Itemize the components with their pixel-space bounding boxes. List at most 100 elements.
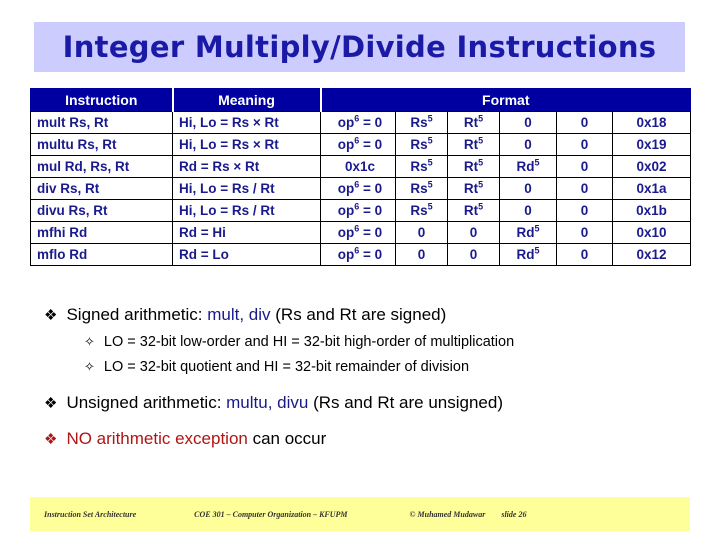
cell-format-rd: Rd5 (499, 221, 557, 244)
table-row: divu Rs, Rt Hi, Lo = Rs / Rt op6 = 0 Rs5 Rt5… (30, 199, 692, 222)
cell-meaning: Hi, Lo = Rs × Rt (172, 111, 321, 134)
column-header-format: Format (319, 88, 692, 112)
subbullet-lo-hi-division: ✧ LO = 32-bit quotient and HI = 32-bit r… (84, 359, 694, 375)
bullet-signed-arithmetic: ❖ Signed arithmetic: mult, div (Rs and R… (44, 305, 694, 325)
cell-meaning: Hi, Lo = Rs × Rt (172, 133, 321, 156)
bullet-no-exception-text: NO arithmetic exception can occur (66, 429, 326, 449)
bullet-unsigned-prefix: Unsigned arithmetic: (66, 393, 227, 412)
cell-format-funct: 0x19 (611, 133, 692, 156)
cell-meaning: Rd = Rs × Rt (172, 155, 321, 178)
cell-format-rt: 0 (447, 221, 500, 244)
cell-format-rd: 0 (499, 177, 557, 200)
cell-format-rs: Rs5 (395, 177, 448, 200)
cell-format-shamt: 0 (556, 221, 613, 244)
subbullet-lo-hi-multiplication: ✧ LO = 32-bit low-order and HI = 32-bit … (84, 334, 694, 350)
cell-format-shamt: 0 (556, 199, 613, 222)
bullet-unsigned-arithmetic: ❖ Unsigned arithmetic: multu, divu (Rs a… (44, 393, 694, 413)
cell-format-rt: Rt5 (447, 111, 500, 134)
cell-format-shamt: 0 (556, 243, 613, 266)
table-row: div Rs, Rt Hi, Lo = Rs / Rt op6 = 0 Rs5 Rt5 0… (30, 177, 692, 200)
cell-meaning: Hi, Lo = Rs / Rt (172, 199, 321, 222)
cell-instruction: mult Rs, Rt (30, 111, 173, 134)
slide-title-banner: Integer Multiply/Divide Instructions (34, 22, 685, 72)
cell-format-rs: Rs5 (395, 155, 448, 178)
table-row: mfhi Rd Rd = Hi op6 = 0 0 0 Rd5 0 0x10 (30, 221, 692, 244)
cell-format-rs: Rs5 (395, 111, 448, 134)
cell-format-funct: 0x1a (611, 177, 692, 200)
instruction-table: Instruction Meaning Format mult Rs, Rt Hi… (30, 88, 692, 266)
cell-format-opcode: op6 = 0 (320, 111, 396, 134)
bullet-signed-keywords: mult, div (207, 305, 271, 324)
cell-format-rd: Rd5 (499, 155, 557, 178)
bullet-unsigned-suffix: (Rs and Rt are unsigned) (308, 393, 503, 412)
cell-format-rs: 0 (395, 221, 448, 244)
bullet-no-exception-suffix: can occur (247, 429, 327, 448)
cell-instruction: mflo Rd (30, 243, 173, 266)
cell-format-funct: 0x18 (611, 111, 692, 134)
cell-format-opcode: op6 = 0 (320, 221, 396, 244)
cell-format-rd: Rd5 (499, 243, 557, 266)
table-header: Instruction Meaning Format (30, 88, 692, 112)
cell-format-rd: 0 (499, 199, 557, 222)
table-row: multu Rs, Rt Hi, Lo = Rs × Rt op6 = 0 Rs5 Rt… (30, 133, 692, 156)
bullet-signed-text: Signed arithmetic: mult, div (Rs and Rt … (66, 305, 446, 325)
footer-slide-number: slide 26 (501, 509, 527, 519)
cell-format-rt: 0 (447, 243, 500, 266)
bullet-signed-prefix: Signed arithmetic: (66, 305, 208, 324)
cell-format-rd: 0 (499, 133, 557, 156)
cell-instruction: div Rs, Rt (30, 177, 173, 200)
cell-format-rs: 0 (395, 243, 448, 266)
subbullet-lo-hi-division-label: LO = 32-bit quotient and HI = 32-bit rem… (103, 359, 470, 375)
bullet-signed-suffix: (Rs and Rt are signed) (270, 305, 447, 324)
footer-course-topic: Instruction Set Architecture (44, 509, 137, 519)
cell-meaning: Hi, Lo = Rs / Rt (172, 177, 321, 200)
cell-format-rt: Rt5 (447, 199, 500, 222)
cell-format-rs: Rs5 (395, 133, 448, 156)
cell-instruction: mul Rd, Rs, Rt (30, 155, 173, 178)
subbullet-star-icon: ✧ (84, 334, 95, 349)
cell-meaning: Rd = Hi (172, 221, 321, 244)
cell-format-funct: 0x12 (611, 243, 692, 266)
slide-footer: Instruction Set Architecture COE 301 – C… (30, 497, 690, 531)
cell-instruction: multu Rs, Rt (30, 133, 173, 156)
bullet-diamond-icon: ❖ (44, 395, 58, 412)
cell-format-rs: Rs5 (395, 199, 448, 222)
cell-format-opcode: op6 = 0 (320, 133, 396, 156)
cell-meaning: Rd = Lo (172, 243, 321, 266)
cell-format-shamt: 0 (556, 155, 613, 178)
cell-format-rt: Rt5 (447, 177, 500, 200)
cell-format-shamt: 0 (556, 177, 613, 200)
footer-copyright: © Muhamed Mudawar (409, 509, 486, 519)
cell-format-funct: 0x02 (611, 155, 692, 178)
cell-instruction: mfhi Rd (30, 221, 173, 244)
bullet-list: ❖ Signed arithmetic: mult, div (Rs and R… (44, 305, 694, 455)
subbullet-lo-hi-multiplication-label: LO = 32-bit low-order and HI = 32-bit hi… (103, 334, 515, 350)
cell-instruction: divu Rs, Rt (30, 199, 173, 222)
cell-format-opcode: op6 = 0 (320, 243, 396, 266)
table-row: mult Rs, Rt Hi, Lo = Rs × Rt op6 = 0 Rs5 Rt5… (30, 111, 692, 134)
table-header-row: Instruction Meaning Format (30, 88, 692, 112)
bullet-no-exception-emphasis: NO arithmetic exception (66, 429, 248, 448)
bullet-unsigned-text: Unsigned arithmetic: multu, divu (Rs and… (66, 393, 503, 413)
cell-format-opcode: 0x1c (320, 155, 396, 178)
cell-format-shamt: 0 (556, 133, 613, 156)
cell-format-funct: 0x1b (611, 199, 692, 222)
cell-format-opcode: op6 = 0 (320, 199, 396, 222)
column-header-meaning: Meaning (171, 88, 321, 112)
bullet-diamond-icon: ❖ (44, 431, 58, 448)
bullet-unsigned-keywords: multu, divu (226, 393, 309, 412)
table-row: mflo Rd Rd = Lo op6 = 0 0 0 Rd5 0 0x12 (30, 243, 692, 266)
cell-format-shamt: 0 (556, 111, 613, 134)
cell-format-rd: 0 (499, 111, 557, 134)
cell-format-rt: Rt5 (447, 133, 500, 156)
cell-format-opcode: op6 = 0 (320, 177, 396, 200)
cell-format-funct: 0x10 (611, 221, 692, 244)
cell-format-rt: Rt5 (447, 155, 500, 178)
page-title: Integer Multiply/Divide Instructions (62, 30, 657, 64)
table-body: mult Rs, Rt Hi, Lo = Rs × Rt op6 = 0 Rs5 Rt5… (30, 111, 692, 266)
column-header-instruction: Instruction (30, 88, 173, 112)
subbullet-star-icon: ✧ (84, 359, 95, 374)
footer-course-title: COE 301 – Computer Organization – KFUPM (194, 509, 348, 519)
table-row: mul Rd, Rs, Rt Rd = Rs × Rt 0x1c Rs5 Rt5 Rd5 0… (30, 155, 692, 178)
bullet-diamond-icon: ❖ (44, 307, 58, 324)
